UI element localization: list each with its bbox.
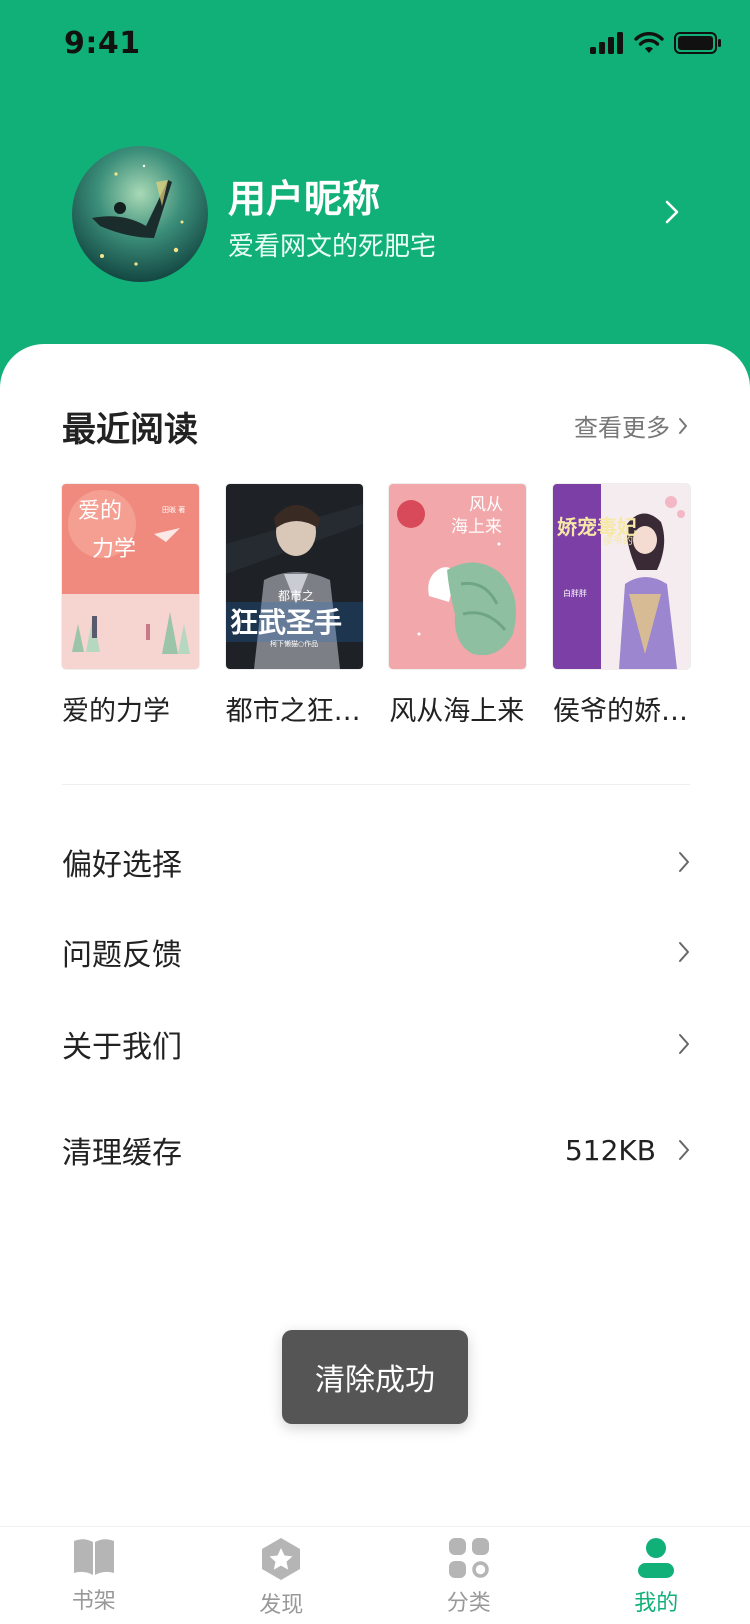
tab-label: 发现 <box>259 1593 304 1618</box>
cover-author: 白胖胖 <box>563 588 587 598</box>
section-divider <box>62 784 690 785</box>
menu-item-label: 关于我们 <box>62 1030 182 1065</box>
bottom-tab-bar: 书架 发现 分类 我的 <box>0 1526 750 1624</box>
recent-books-list: 爱的 力学 田昄 著 爱的力学 都市之 狂武圣手 柯下懒猫○作品 都市之狂… 风… <box>62 484 690 728</box>
cover-author: 柯下懒猫○作品 <box>270 639 318 648</box>
signal-icon <box>590 32 623 54</box>
tab-label: 书架 <box>71 1589 116 1614</box>
menu-item-label: 偏好选择 <box>62 848 182 883</box>
menu-item-feedback[interactable]: 问题反馈 <box>62 922 690 982</box>
menu-item-about[interactable]: 关于我们 <box>62 1014 690 1074</box>
chevron-right-icon <box>679 942 689 962</box>
menu-item-label: 清理缓存 <box>62 1136 182 1171</box>
cover-title-line: 爱的 <box>78 499 122 524</box>
tab-discover[interactable]: 发现 <box>188 1527 376 1624</box>
profile-card[interactable]: 用户昵称 爱看网文的死肥宅 <box>0 140 750 290</box>
nickname: 用户昵称 <box>228 177 381 221</box>
person-icon <box>638 1538 675 1578</box>
recent-reading-title: 最近阅读 <box>62 410 198 450</box>
status-bar: 9:41 <box>0 0 750 94</box>
toast-message: 清除成功 <box>282 1330 468 1424</box>
wifi-icon <box>634 32 664 53</box>
book-title: 都市之狂… <box>225 696 361 727</box>
see-more-label: 查看更多 <box>574 414 670 442</box>
avatar[interactable] <box>72 146 208 282</box>
cover-title-line: 狂武圣手 <box>230 606 342 639</box>
menu-item-preferences[interactable]: 偏好选择 <box>62 832 690 892</box>
book-cover[interactable]: 娇宠毒妃 侯爷的 白胖胖 <box>552 484 690 669</box>
status-time: 9:41 <box>64 26 141 61</box>
star-hexagon-icon <box>262 1538 301 1580</box>
menu-item-clear-cache[interactable]: 清理缓存 512KB <box>62 1120 690 1180</box>
chevron-right-icon <box>679 417 687 434</box>
book-open-icon <box>73 1539 114 1575</box>
cover-title-line: 风从 <box>469 495 503 515</box>
book-title: 侯爷的娇… <box>552 696 688 727</box>
tab-label: 我的 <box>634 1591 679 1616</box>
menu-item-label: 问题反馈 <box>62 938 182 973</box>
book-item[interactable]: 风从 海上来 风从海上来 <box>389 484 527 728</box>
cover-title-line: 海上来 <box>451 517 502 537</box>
user-bio: 爱看网文的死肥宅 <box>228 232 437 262</box>
tab-category[interactable]: 分类 <box>375 1527 563 1624</box>
cache-size-value: 512KB <box>564 1133 656 1167</box>
book-item[interactable]: 都市之 狂武圣手 柯下懒猫○作品 都市之狂… <box>225 484 363 728</box>
book-item[interactable]: 娇宠毒妃 侯爷的 白胖胖 侯爷的娇… <box>552 484 690 728</box>
chevron-right-icon <box>679 1140 689 1160</box>
chevron-right-icon[interactable] <box>664 198 680 226</box>
tab-mine[interactable]: 我的 <box>563 1527 750 1624</box>
tab-label: 分类 <box>446 1591 491 1616</box>
book-cover[interactable]: 爱的 力学 田昄 著 <box>62 484 199 669</box>
book-title: 风从海上来 <box>389 696 525 727</box>
grid-category-icon <box>448 1538 489 1578</box>
see-more-link[interactable]: 查看更多 <box>574 408 688 443</box>
tab-bookshelf[interactable]: 书架 <box>0 1527 188 1624</box>
book-cover[interactable]: 风从 海上来 <box>389 484 527 669</box>
battery-icon <box>674 32 721 54</box>
book-cover[interactable]: 都市之 狂武圣手 柯下懒猫○作品 <box>225 484 363 669</box>
chevron-right-icon <box>679 1034 689 1054</box>
book-title: 爱的力学 <box>62 696 170 727</box>
cover-author: 田昄 著 <box>162 505 185 514</box>
status-icons <box>590 32 722 54</box>
chevron-right-icon <box>679 852 689 872</box>
cover-subtitle: 侯爷的 <box>603 534 633 547</box>
book-item[interactable]: 爱的 力学 田昄 著 爱的力学 <box>62 484 199 728</box>
cover-title-line: 都市之 <box>278 588 314 603</box>
cover-title-line: 力学 <box>92 537 136 562</box>
